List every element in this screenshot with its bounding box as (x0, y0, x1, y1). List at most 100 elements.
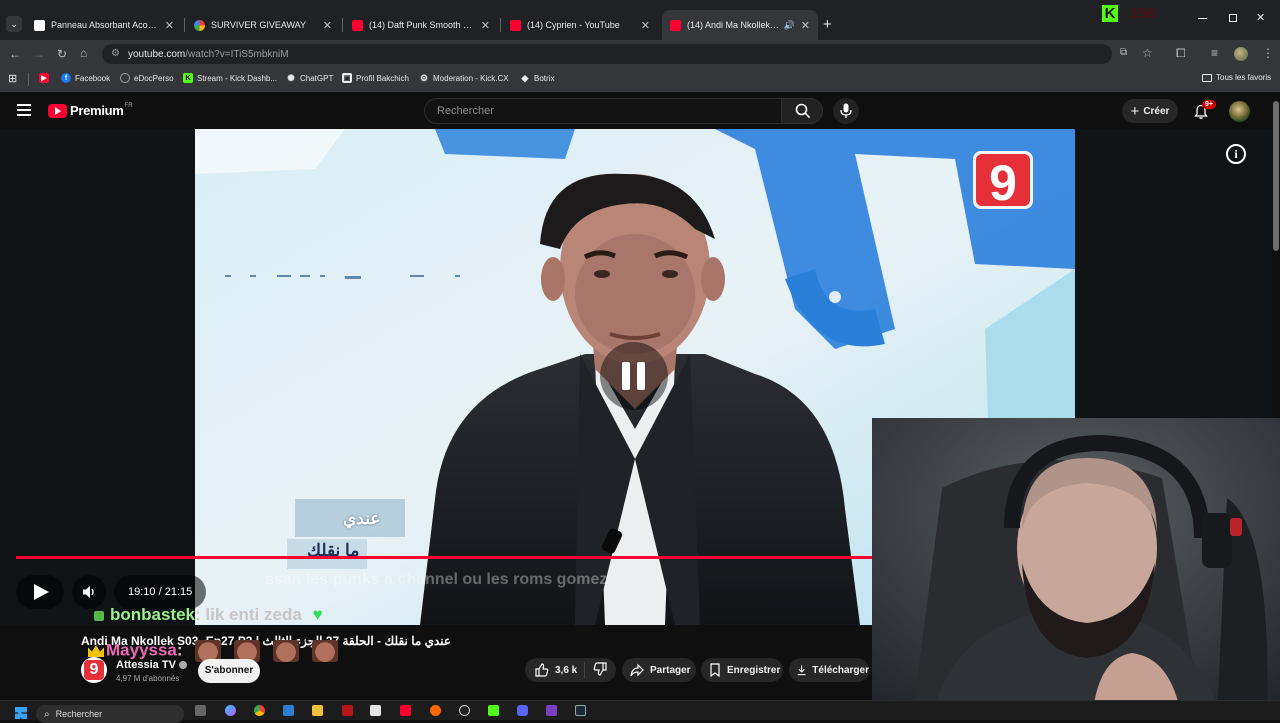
address-bar[interactable]: ⚙ youtube.com/watch?v=ITiS5mbkniM (102, 44, 1112, 64)
pause-indicator[interactable] (600, 342, 668, 410)
bookmark-label: Moderation - Kick.CX (433, 73, 509, 83)
subscribe-button[interactable]: S'abonner (198, 659, 260, 683)
youtube-icon (510, 19, 521, 31)
search-input[interactable]: Rechercher (424, 98, 782, 124)
tab-title: (14) Daft Punk Smooth Galaxy (369, 20, 475, 30)
dislike-button[interactable] (585, 661, 607, 679)
close-icon[interactable]: ✕ (481, 19, 490, 32)
back-icon[interactable]: ← (9, 47, 21, 61)
scrollbar-thumb[interactable] (1273, 101, 1279, 251)
region-label: FR (124, 102, 133, 109)
home-icon[interactable]: ⌂ (80, 46, 87, 60)
bookmark-moderation[interactable]: ⚙ Moderation - Kick.CX (419, 73, 509, 83)
play-button[interactable] (16, 575, 64, 609)
new-tab-icon[interactable]: + (823, 16, 832, 33)
search-icon: ⌕ (44, 708, 50, 720)
tab-title: (14) Andi Ma Nkollek S03- (687, 20, 780, 30)
file-explorer-icon[interactable] (312, 705, 323, 716)
youtube-icon (352, 19, 363, 31)
close-icon[interactable]: ✕ (641, 19, 650, 32)
moderation-icon: ⚙ (419, 72, 429, 83)
bookmark-label: ChatGPT (300, 73, 334, 83)
svg-text:9: 9 (989, 155, 1017, 211)
bookmark-label: Botrix (534, 73, 555, 83)
kick-counter: 156 (1130, 5, 1156, 22)
minimize-icon[interactable] (1198, 18, 1207, 19)
forward-icon[interactable]: → (33, 47, 45, 61)
apps-grid-icon[interactable]: ⊞ (8, 72, 17, 85)
share-icon (630, 663, 644, 677)
close-icon[interactable]: ✕ (801, 19, 810, 32)
bookmark-kick-dashboard[interactable]: K Stream - Kick Dashb... (183, 73, 277, 83)
giveaway-icon (194, 19, 205, 31)
premium-label: Premium (70, 103, 124, 118)
save-button[interactable]: Enregistrer (701, 658, 783, 682)
tab-list-chevron-icon[interactable]: ⌄ (6, 16, 22, 32)
share-label: Partager (650, 664, 691, 676)
face-emote-icon (272, 640, 299, 662)
play-icon (34, 584, 49, 600)
profile-avatar[interactable] (1234, 47, 1248, 61)
bookmark-label: Stream - Kick Dashb... (197, 73, 278, 83)
tab-surviver[interactable]: SURVIVER GIVEAWAY ✕ (186, 10, 340, 40)
chat-text: : (176, 640, 183, 660)
share-button[interactable]: Partager (622, 658, 696, 682)
taskbar-search[interactable]: ⌕ Rechercher (36, 705, 184, 723)
speaker-icon[interactable]: 🔊 (784, 20, 795, 31)
app-white-icon[interactable] (370, 705, 381, 716)
chrome-icon[interactable] (254, 705, 265, 716)
obs-icon[interactable] (459, 705, 470, 716)
close-icon[interactable]: ✕ (323, 19, 332, 32)
youtube-icon[interactable] (400, 705, 411, 716)
avatar[interactable] (1229, 101, 1250, 122)
bookmark-chatgpt[interactable]: ✺ ChatGPT (286, 73, 333, 83)
discord-icon[interactable] (517, 705, 528, 716)
restore-icon[interactable] (1229, 14, 1237, 22)
all-favorites-folder[interactable]: Tous les favoris (1202, 73, 1271, 82)
app-green-icon[interactable] (488, 705, 499, 716)
channel-name[interactable]: Attessia TV (116, 659, 187, 671)
task-view-icon[interactable] (195, 705, 206, 716)
youtube-logo[interactable]: Premium FR (48, 103, 133, 118)
store-icon[interactable] (283, 705, 294, 716)
search-button[interactable] (781, 98, 823, 124)
bookmark-botrix[interactable]: ◆ Botrix (520, 73, 555, 83)
app-orange-icon[interactable] (430, 705, 441, 716)
download-button[interactable]: Télécharger (789, 658, 869, 682)
youtube-icon (670, 19, 681, 31)
folder-icon (1202, 73, 1212, 82)
url-host: youtube.com (128, 48, 186, 60)
close-icon[interactable]: ✕ (165, 19, 174, 32)
extensions-icon[interactable]: ⧠ (1176, 46, 1186, 61)
volume-button[interactable] (72, 575, 106, 609)
tab-cyprien[interactable]: (14) Cyprien - YouTube ✕ (502, 10, 658, 40)
channel-avatar[interactable]: 9 (81, 657, 107, 683)
bookmark-edocperso[interactable]: eDocPerso (120, 73, 174, 83)
reload-icon[interactable]: ↻ (57, 47, 67, 61)
kick-icon: K (183, 73, 193, 83)
app-purple-icon[interactable] (546, 705, 557, 716)
bookmark-profil-bakchich[interactable]: ▣ Profil Bakchich (342, 73, 409, 83)
info-icon[interactable]: i (1226, 144, 1246, 164)
site-info-icon[interactable]: ⚙ (111, 48, 120, 59)
copilot-icon[interactable] (225, 705, 236, 716)
notifications-button[interactable]: 9+ (1192, 100, 1216, 122)
window-close-icon[interactable]: ✕ (1256, 11, 1265, 24)
bookmark-youtube[interactable]: ▶ (39, 73, 53, 83)
tab-andi-ma-nkollek[interactable]: (14) Andi Ma Nkollek S03- 🔊 ✕ (662, 10, 818, 40)
bookmark-star-icon[interactable]: ☆ (1142, 46, 1153, 60)
tab-daft-punk[interactable]: (14) Daft Punk Smooth Galaxy ✕ (344, 10, 498, 40)
all-favorites-label: Tous les favoris (1216, 73, 1272, 82)
hamburger-menu-icon[interactable] (17, 104, 31, 116)
install-app-icon[interactable]: ⧉ (1120, 47, 1127, 58)
bookmark-facebook[interactable]: f Facebook (61, 73, 110, 83)
voice-search-button[interactable] (833, 98, 859, 124)
create-button[interactable]: + Créer (1122, 99, 1178, 123)
tab-panneau[interactable]: Panneau Absorbant Acoustique ✕ (26, 10, 182, 40)
app-red-icon[interactable] (342, 705, 353, 716)
steam-icon[interactable] (575, 705, 586, 716)
chatgpt-icon: ✺ (287, 72, 295, 83)
media-control-icon[interactable]: ≡ (1211, 46, 1218, 60)
like-button[interactable]: 3,6 k (525, 662, 585, 678)
menu-kebab-icon[interactable]: ⋮ (1262, 46, 1274, 60)
